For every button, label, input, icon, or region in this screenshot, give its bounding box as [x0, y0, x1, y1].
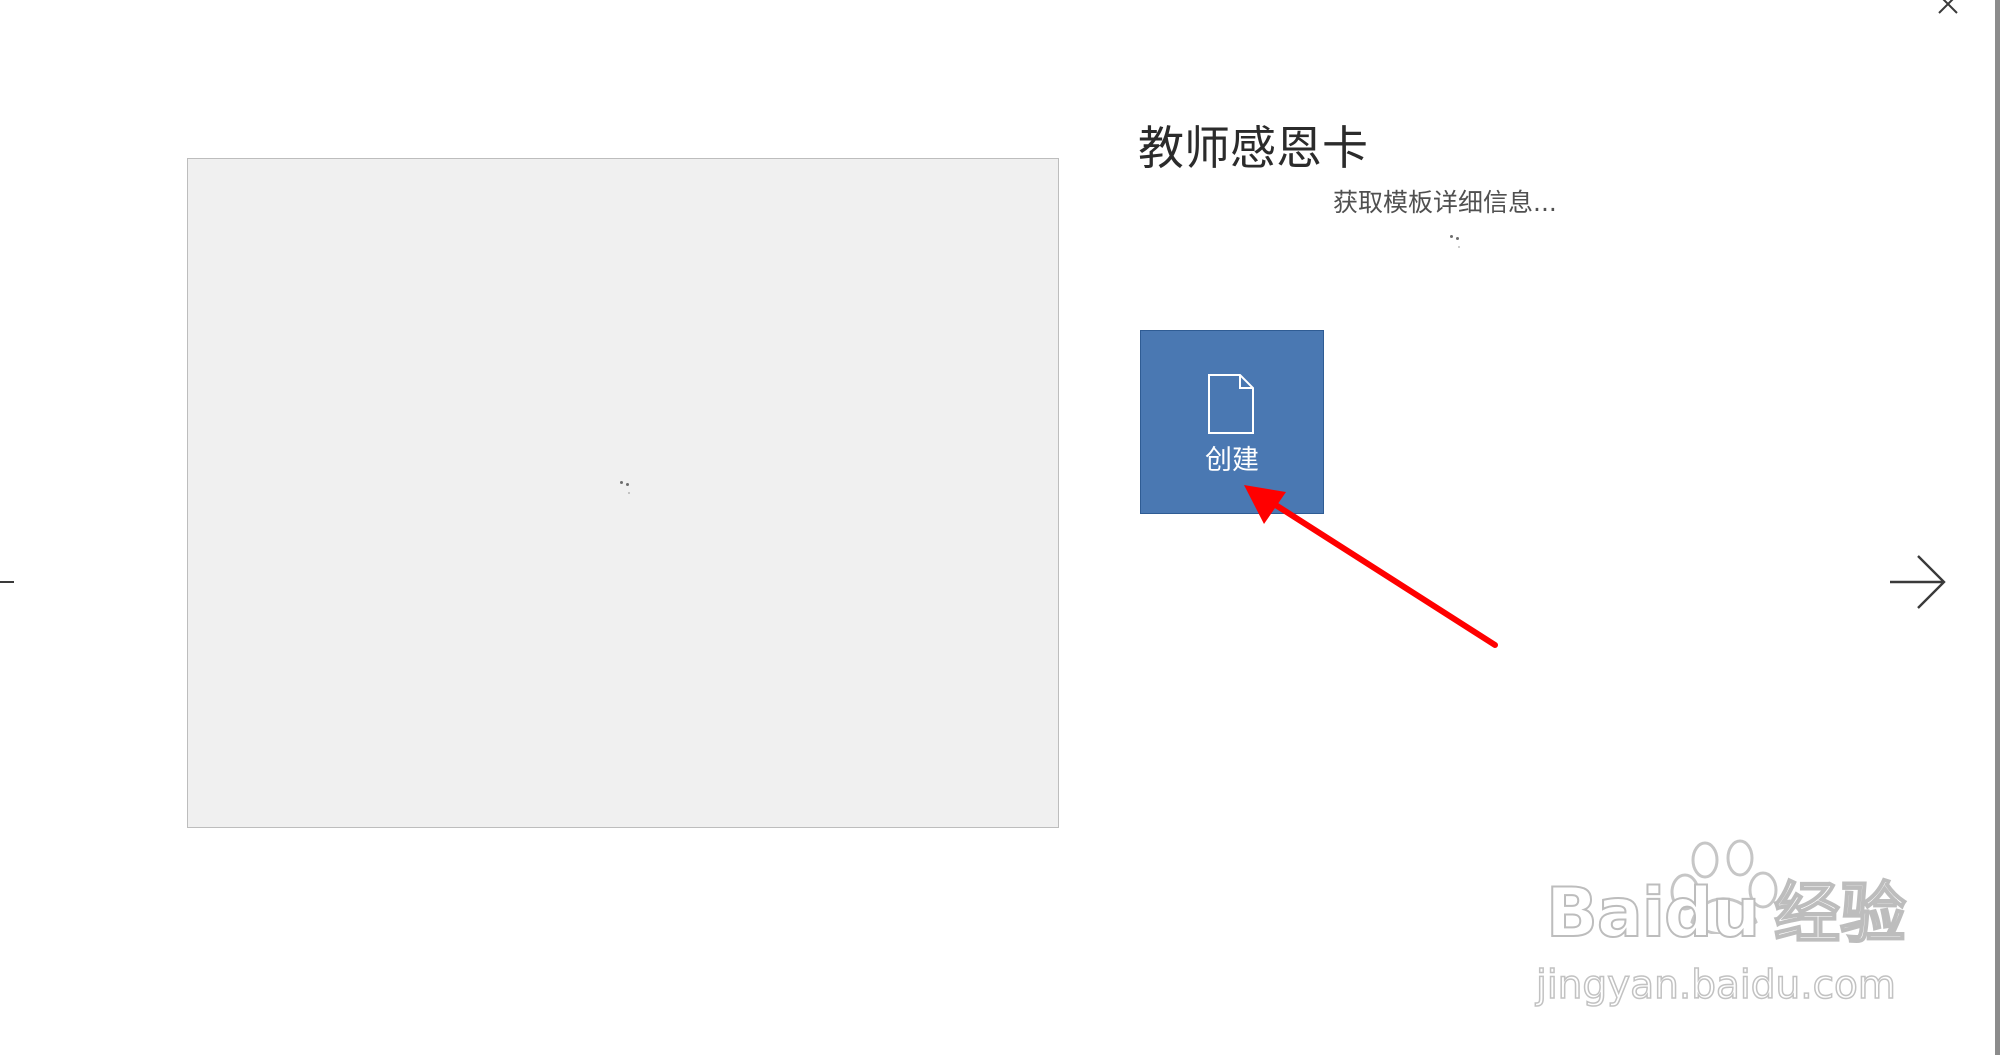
close-button[interactable] [1930, 0, 1966, 22]
dialog-right-border [1995, 0, 2000, 1055]
template-preview-dialog: 教师感恩卡 获取模板详细信息... 创建 [0, 0, 1995, 1055]
next-template-button[interactable] [1884, 552, 1954, 612]
create-button-label: 创建 [1205, 445, 1259, 476]
create-button[interactable]: 创建 [1140, 330, 1324, 514]
close-icon [1938, 0, 1958, 14]
loading-status-text: 获取模板详细信息... [1333, 188, 1557, 217]
arrow-left-icon [0, 581, 14, 583]
template-title: 教师感恩卡 [1138, 121, 1368, 175]
document-icon [1208, 374, 1254, 434]
loading-dots-icon [620, 481, 634, 499]
previous-template-button[interactable] [0, 556, 22, 608]
loading-dots-icon [1450, 235, 1464, 253]
template-preview-area [187, 158, 1059, 828]
arrow-right-icon [1890, 555, 1946, 609]
